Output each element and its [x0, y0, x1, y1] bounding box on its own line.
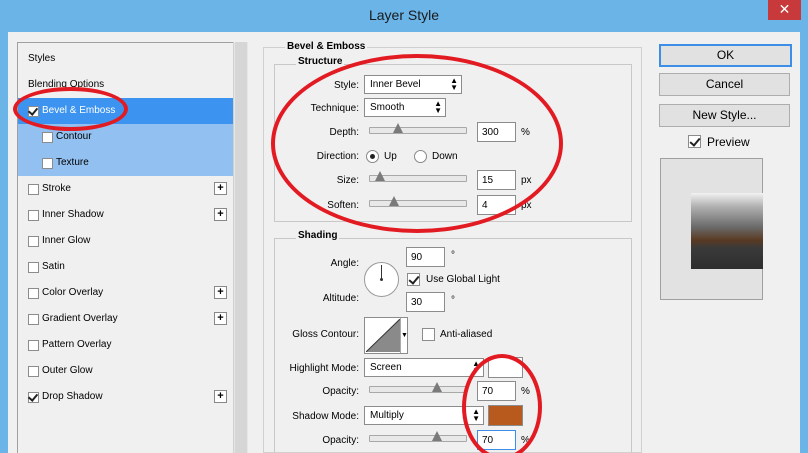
anti-aliased-checkbox[interactable] [422, 328, 435, 341]
use-global-light-checkbox[interactable] [407, 273, 420, 286]
gloss-contour-label: Gloss Contour: [292, 329, 359, 340]
style-item-gradient-overlay[interactable]: Gradient Overlay + [18, 306, 233, 332]
style-item-label: Color Overlay [42, 287, 104, 298]
angle-unit: ° [451, 250, 455, 261]
style-item-label: Inner Shadow [42, 209, 104, 220]
preview-swatch [691, 193, 763, 269]
use-global-light-label[interactable]: Use Global Light [426, 274, 500, 285]
contour-dropdown-arrow-icon[interactable]: ▼ [400, 318, 408, 353]
gloss-contour-picker[interactable]: ▼ [364, 317, 408, 354]
styles-list-scrollbar[interactable] [233, 42, 248, 453]
style-item-label: Gradient Overlay [42, 313, 118, 324]
shadow-mode-value: Multiply [370, 410, 404, 421]
highlight-opacity-label: Opacity: [322, 386, 359, 397]
annotation-circle-opacity [462, 354, 542, 453]
shadow-opacity-slider-thumb[interactable] [432, 431, 443, 441]
add-effect-icon[interactable]: + [214, 312, 227, 325]
altitude-unit: ° [451, 295, 455, 306]
dialog-body: Styles Blending Options Bevel & Emboss Cont… [8, 32, 800, 453]
linear-contour-icon [366, 319, 400, 352]
preview-thumbnail [660, 158, 763, 300]
style-item-outer-glow[interactable]: Outer Glow [18, 358, 233, 384]
add-effect-icon[interactable]: + [214, 208, 227, 221]
angle-input[interactable]: 90 [406, 247, 445, 267]
style-item-texture[interactable]: Texture [18, 150, 233, 176]
preview-checkbox[interactable] [688, 135, 701, 148]
highlight-mode-label: Highlight Mode: [289, 363, 359, 374]
highlight-opacity-slider[interactable] [369, 382, 467, 393]
style-item-label: Pattern Overlay [42, 339, 112, 350]
style-item-color-overlay[interactable]: Color Overlay + [18, 280, 233, 306]
style-item-label: Inner Glow [42, 235, 91, 246]
style-item-checkbox[interactable] [42, 132, 53, 143]
cancel-button[interactable]: Cancel [659, 73, 790, 96]
annotation-circle-structure [271, 54, 563, 233]
shading-title: Shading [296, 230, 340, 241]
scrollbar-thumb[interactable] [235, 42, 247, 453]
style-item-checkbox[interactable] [28, 236, 39, 247]
style-item-label: Stroke [42, 183, 71, 194]
style-item-label: Texture [56, 157, 89, 168]
add-effect-icon[interactable]: + [214, 182, 227, 195]
shadow-mode-label: Shadow Mode: [292, 411, 359, 422]
style-item-checkbox[interactable] [28, 210, 39, 221]
ok-button[interactable]: OK [659, 44, 792, 67]
preview-label[interactable]: Preview [707, 135, 750, 149]
angle-dial[interactable] [364, 262, 399, 297]
highlight-mode-value: Screen [370, 362, 402, 373]
style-item-checkbox[interactable] [28, 262, 39, 273]
style-item-stroke[interactable]: Stroke + [18, 176, 233, 202]
title-bar: Layer Style ✕ [0, 0, 808, 32]
style-item-label: Drop Shadow [42, 391, 103, 402]
style-item-inner-shadow[interactable]: Inner Shadow + [18, 202, 233, 228]
shadow-opacity-label: Opacity: [322, 435, 359, 446]
style-item-pattern-overlay[interactable]: Pattern Overlay [18, 332, 233, 358]
altitude-label: Altitude: [322, 293, 359, 304]
add-effect-icon[interactable]: + [214, 286, 227, 299]
layer-style-dialog: Layer Style ✕ Styles Blending Options Beve… [0, 0, 808, 453]
angle-value: 90 [411, 252, 423, 263]
style-item-drop-shadow[interactable]: Drop Shadow + [18, 384, 233, 410]
style-item-checkbox[interactable] [28, 314, 39, 325]
style-item-label: Contour [56, 131, 92, 142]
highlight-opacity-slider-thumb[interactable] [432, 382, 443, 392]
style-item-inner-glow[interactable]: Inner Glow [18, 228, 233, 254]
structure-title: Structure [296, 56, 345, 67]
style-item-checkbox[interactable] [28, 340, 39, 351]
bevel-emboss-title: Bevel & Emboss [285, 41, 368, 52]
highlight-mode-dropdown[interactable]: Screen ▲ ▼ [364, 358, 484, 377]
style-item-checkbox[interactable] [42, 158, 53, 169]
style-item-styles[interactable]: Styles [18, 46, 233, 72]
style-item-label: Outer Glow [42, 365, 93, 376]
altitude-value: 30 [411, 297, 423, 308]
close-icon[interactable]: ✕ [768, 0, 801, 20]
anti-aliased-label[interactable]: Anti-aliased [440, 329, 492, 340]
window-title: Layer Style [368, 7, 440, 23]
add-effect-icon[interactable]: + [214, 390, 227, 403]
annotation-circle-bevel-item [13, 87, 128, 131]
angle-label: Angle: [330, 258, 359, 269]
altitude-input[interactable]: 30 [406, 292, 445, 312]
angle-dial-needle [381, 265, 382, 279]
style-item-satin[interactable]: Satin [18, 254, 233, 280]
shadow-opacity-slider[interactable] [369, 431, 467, 442]
style-item-checkbox[interactable] [28, 366, 39, 377]
new-style-button[interactable]: New Style... [659, 104, 790, 127]
style-item-label: Satin [42, 261, 65, 272]
style-item-checkbox[interactable] [28, 184, 39, 195]
style-item-label: Styles [28, 53, 56, 64]
style-item-checkbox[interactable] [28, 288, 39, 299]
style-item-checkbox[interactable] [28, 392, 39, 403]
